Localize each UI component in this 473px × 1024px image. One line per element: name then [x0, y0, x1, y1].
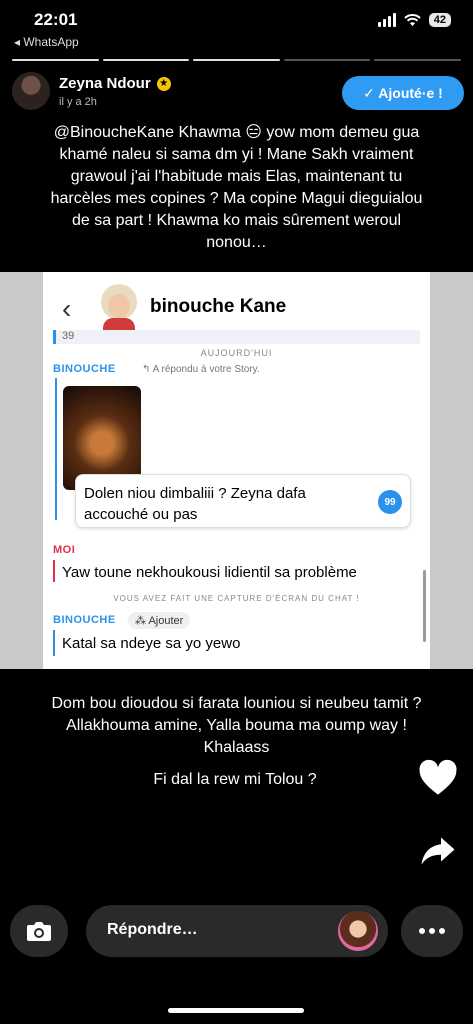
back-arrow-icon: ‹	[62, 293, 72, 324]
sender-label: BINOUCHE	[53, 363, 116, 375]
date-separator: AUJOURD'HUI	[200, 348, 273, 358]
progress-segment	[193, 59, 280, 61]
message-text: Yaw toune nekhoukousi lidientil sa probl…	[62, 564, 357, 581]
progress-segment	[374, 59, 461, 61]
previous-message: 39	[53, 330, 420, 344]
status-bar: 22:01 ◂ WhatsApp 42	[0, 0, 473, 56]
chat-title: binouche Kane	[150, 296, 287, 317]
share-icon[interactable]	[420, 835, 456, 867]
reply-bubble: Dolen niou dimbaliii ? Zeyna dafa accouc…	[75, 474, 411, 528]
story-reply-note: ↰ A répondu à votre Story.	[142, 364, 260, 375]
sender-label: BINOUCHE	[53, 614, 116, 626]
story-progress	[12, 59, 461, 61]
wifi-icon	[404, 13, 421, 26]
avatar[interactable]	[12, 72, 50, 110]
message-rail	[53, 560, 55, 582]
username[interactable]: Zeyna Ndour ★	[59, 75, 171, 92]
reply-text: Dolen niou dimbaliii ? Zeyna dafa accouc…	[84, 485, 306, 523]
back-to-whatsapp-link[interactable]: ◂ WhatsApp	[14, 35, 79, 49]
home-indicator	[168, 1008, 304, 1013]
heart-icon[interactable]	[418, 758, 458, 798]
progress-segment	[12, 59, 99, 61]
reply-placeholder: Répondre…	[107, 921, 198, 938]
username-text: Zeyna Ndour	[59, 75, 151, 92]
bottom-bar: Répondre…	[0, 905, 473, 959]
reply-input[interactable]: Répondre…	[86, 905, 388, 957]
capture-notice: VOUS AVEZ FAIT UNE CAPTURE D'ÉCRAN DU CH…	[113, 594, 360, 603]
progress-segment	[283, 59, 371, 61]
chat-screenshot: ‹ binouche Kane 39 AUJOURD'HUI BINOUCHE …	[0, 272, 473, 669]
signal-icon	[377, 13, 396, 27]
verified-icon: ★	[156, 76, 171, 91]
add-friend-chip: ⁂ Ajouter	[128, 612, 191, 629]
clock: 22:01	[34, 10, 78, 29]
more-button[interactable]	[401, 905, 463, 957]
status-icons: 42	[377, 13, 451, 27]
added-button[interactable]: ✓ Ajouté·e !	[342, 76, 464, 110]
chat-card: ‹ binouche Kane 39 AUJOURD'HUI BINOUCHE …	[43, 272, 430, 669]
time-ago: il y a 2h	[59, 96, 97, 108]
story-text: Dom bou dioudou si farata louniou si neu…	[51, 695, 422, 756]
progress-segment	[102, 59, 190, 61]
story-text-2: Fi dal la rew mi Tolou ?	[153, 771, 317, 788]
bitmoji-button[interactable]	[338, 911, 378, 951]
message-rail	[55, 378, 57, 520]
scrollbar	[423, 570, 426, 642]
more-icon	[419, 928, 425, 934]
story-header: Zeyna Ndour ★ il y a 2h ✓ Ajouté·e !	[0, 70, 473, 120]
reply-badge-icon: 99	[378, 490, 402, 514]
message-text: Katal sa ndeye sa yo yewo	[62, 635, 241, 652]
message-rail	[53, 630, 55, 656]
camera-icon	[27, 922, 51, 941]
camera-button[interactable]	[10, 905, 68, 957]
sender-label: MOI	[53, 544, 76, 556]
battery-icon: 42	[428, 13, 451, 27]
story-caption: @BinoucheKane Khawma 😑 yow mom demeu gua…	[50, 124, 423, 251]
